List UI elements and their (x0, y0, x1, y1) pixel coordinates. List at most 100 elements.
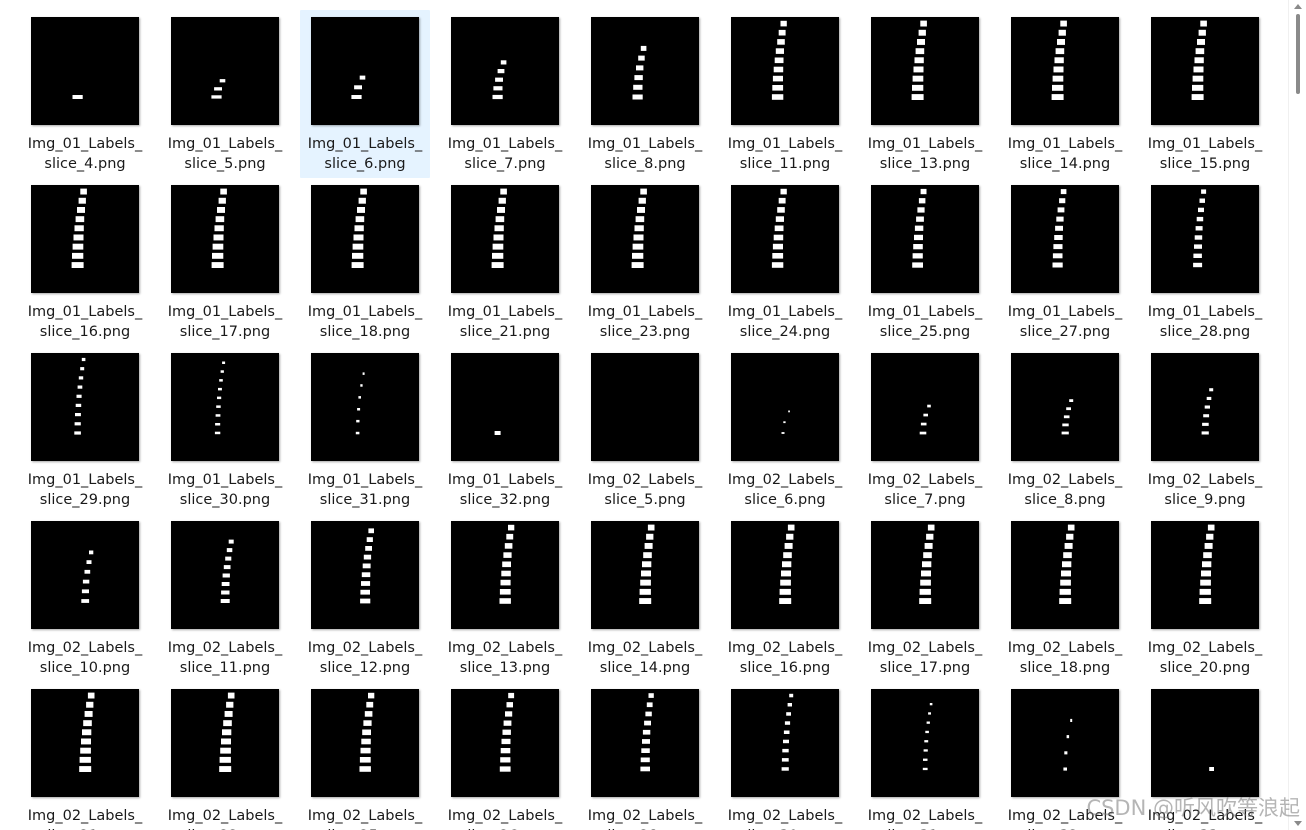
vertebra-mask-shape (1195, 226, 1203, 231)
file-item[interactable]: Img_01_Labels_ slice_18.png (300, 178, 430, 346)
vertebra-mask-shape (356, 419, 360, 423)
file-item[interactable]: Img_02_Labels_ slice_20.png (1140, 514, 1270, 682)
vertebra-mask-shape (1063, 767, 1067, 771)
vertebra-mask-shape (640, 45, 647, 51)
file-item[interactable]: Img_02_Labels_ slice_10.png (20, 514, 150, 682)
vertebra-mask-shape (924, 740, 929, 743)
file-item[interactable]: Img_01_Labels_ slice_16.png (20, 178, 150, 346)
file-item[interactable]: Img_02_Labels_ slice_18.png (1000, 514, 1130, 682)
vertebra-mask-shape (358, 197, 366, 204)
file-item[interactable]: Img_01_Labels_ slice_5.png (160, 10, 290, 178)
file-item[interactable]: Img_02_Labels_ slice_8.png (1000, 346, 1130, 514)
file-item[interactable]: Img_01_Labels_ slice_14.png (1000, 10, 1130, 178)
vertebra-mask-shape (918, 198, 926, 204)
file-item[interactable]: Img_01_Labels_ slice_8.png (580, 10, 710, 178)
vertebra-mask-shape (216, 405, 221, 408)
image-thumbnail (451, 689, 559, 797)
vertebra-mask-shape (919, 598, 932, 604)
file-item[interactable]: Img_02_Labels_ slice_12.png (300, 514, 430, 682)
spine-mask-image (1209, 767, 1214, 771)
file-item[interactable]: Img_02_Labels_ slice_26.png (440, 682, 570, 830)
file-item[interactable]: Img_01_Labels_ slice_31.png (300, 346, 430, 514)
file-item[interactable]: Img_02_Labels_ slice_9.png (1140, 346, 1270, 514)
spine-mask-image (72, 95, 83, 99)
file-name-line-2: slice_15.png (1159, 156, 1251, 172)
file-item[interactable]: Img_02_Labels_ slice_6.png (720, 346, 850, 514)
file-name-line-2: slice_25.png (301, 826, 429, 830)
spine-mask-image (639, 524, 655, 604)
file-item[interactable]: Img_02_Labels_ slice_16.png (720, 514, 850, 682)
file-item[interactable]: Img_01_Labels_ slice_24.png (720, 178, 850, 346)
file-name-label: Img_02_Labels_ slice_12.png (301, 638, 429, 678)
vertebra-mask-shape (81, 589, 89, 594)
file-item[interactable]: Img_01_Labels_ slice_30.png (160, 346, 290, 514)
vertebra-mask-shape (775, 216, 784, 222)
file-item[interactable]: Img_02_Labels_ slice_28.png (580, 682, 710, 830)
file-name-label: Img_02_Labels_ slice_7.png (861, 470, 989, 510)
file-item[interactable]: Img_02_Labels_ slice_30.png (720, 682, 850, 830)
scrollbar-thumb[interactable] (1296, 14, 1300, 94)
file-name-label: Img_01_Labels_ slice_28.png (1141, 302, 1269, 342)
file-item[interactable]: Img_02_Labels_ slice_21.png (20, 682, 150, 830)
file-item[interactable]: Img_01_Labels_ slice_25.png (860, 178, 990, 346)
file-item[interactable]: Img_01_Labels_ slice_32.png (440, 346, 570, 514)
file-item[interactable]: Img_01_Labels_ slice_6.png (300, 10, 430, 178)
file-item[interactable]: Img_02_Labels_ slice_11.png (160, 514, 290, 682)
vertebra-mask-shape (80, 188, 87, 195)
file-item[interactable]: Img_01_Labels_ slice_17.png (160, 178, 290, 346)
file-item[interactable]: Img_02_Labels_ slice_14.png (580, 514, 710, 682)
vertical-scrollbar[interactable] (1288, 0, 1306, 830)
file-name-line-2: slice_30.png (721, 826, 849, 830)
vertebra-mask-shape (637, 207, 645, 213)
file-item[interactable]: Img_01_Labels_ slice_7.png (440, 10, 570, 178)
file-item[interactable]: Img_02_Labels_ slice_22.png (160, 682, 290, 830)
file-name-label: Img_01_Labels_ slice_25.png (861, 302, 989, 342)
scroll-up-icon[interactable] (1294, 4, 1302, 9)
file-item[interactable]: Img_02_Labels_ slice_17.png (860, 514, 990, 682)
file-item[interactable]: Img_01_Labels_ slice_28.png (1140, 178, 1270, 346)
vertebra-mask-shape (1059, 588, 1071, 595)
vertebra-mask-shape (213, 234, 224, 241)
vertebra-mask-shape (354, 225, 364, 232)
spine-mask-image (1063, 718, 1073, 771)
file-name-label: Img_01_Labels_ slice_6.png (301, 134, 429, 174)
file-item[interactable]: Img_01_Labels_ slice_27.png (1000, 178, 1130, 346)
file-item[interactable]: Img_02_Labels_ slice_25.png (300, 682, 430, 830)
file-name-line-1: Img_01_Labels_ (587, 136, 703, 152)
file-name-label: Img_01_Labels_ slice_15.png (1141, 134, 1269, 174)
vertebra-mask-shape (223, 720, 232, 727)
file-item[interactable]: Img_02_Labels_ slice_13.png (440, 514, 570, 682)
spine-mask-image (499, 524, 515, 604)
vertebra-mask-shape (1209, 767, 1214, 771)
vertebra-mask-shape (1194, 235, 1203, 240)
file-item[interactable]: Img_01_Labels_ slice_11.png (720, 10, 850, 178)
file-item[interactable]: Img_01_Labels_ slice_21.png (440, 178, 570, 346)
file-name-line-2: slice_8.png (1024, 492, 1106, 508)
vertebra-mask-shape (492, 243, 504, 250)
vertebra-mask-shape (78, 197, 86, 204)
file-name-line-2: slice_11.png (739, 156, 831, 172)
vertebra-mask-shape (501, 570, 511, 577)
vertebra-mask-shape (499, 766, 511, 772)
file-item[interactable]: Img_01_Labels_ slice_4.png (20, 10, 150, 178)
file-item[interactable]: Img_02_Labels_ slice_7.png (860, 346, 990, 514)
vertebra-mask-shape (503, 720, 512, 726)
file-item[interactable]: Img_02_Labels_ slice_31.png (860, 682, 990, 830)
vertebra-mask-shape (772, 253, 784, 259)
vertebra-mask-shape (781, 767, 789, 771)
vertebra-mask-shape (506, 533, 514, 540)
file-item[interactable]: Img_01_Labels_ slice_13.png (860, 10, 990, 178)
file-item[interactable]: Img_01_Labels_ slice_29.png (20, 346, 150, 514)
file-name-label: Img_02_Labels_ slice_22.png (161, 806, 289, 830)
vertebra-mask-shape (84, 569, 91, 574)
file-name-label: Img_01_Labels_ slice_27.png (1001, 302, 1129, 342)
file-item[interactable]: Img_01_Labels_ slice_15.png (1140, 10, 1270, 178)
file-name-label: Img_01_Labels_ slice_16.png (21, 302, 149, 342)
file-name-line-1: Img_02_Labels_ (1147, 472, 1263, 488)
file-name-label: Img_01_Labels_ slice_24.png (721, 302, 849, 342)
vertebra-mask-shape (783, 421, 786, 424)
file-name-line-1: Img_01_Labels_ (307, 304, 423, 320)
file-item[interactable]: Img_02_Labels_ slice_5.png (580, 346, 710, 514)
file-item[interactable]: Img_01_Labels_ slice_23.png (580, 178, 710, 346)
vertebra-mask-shape (638, 55, 645, 61)
